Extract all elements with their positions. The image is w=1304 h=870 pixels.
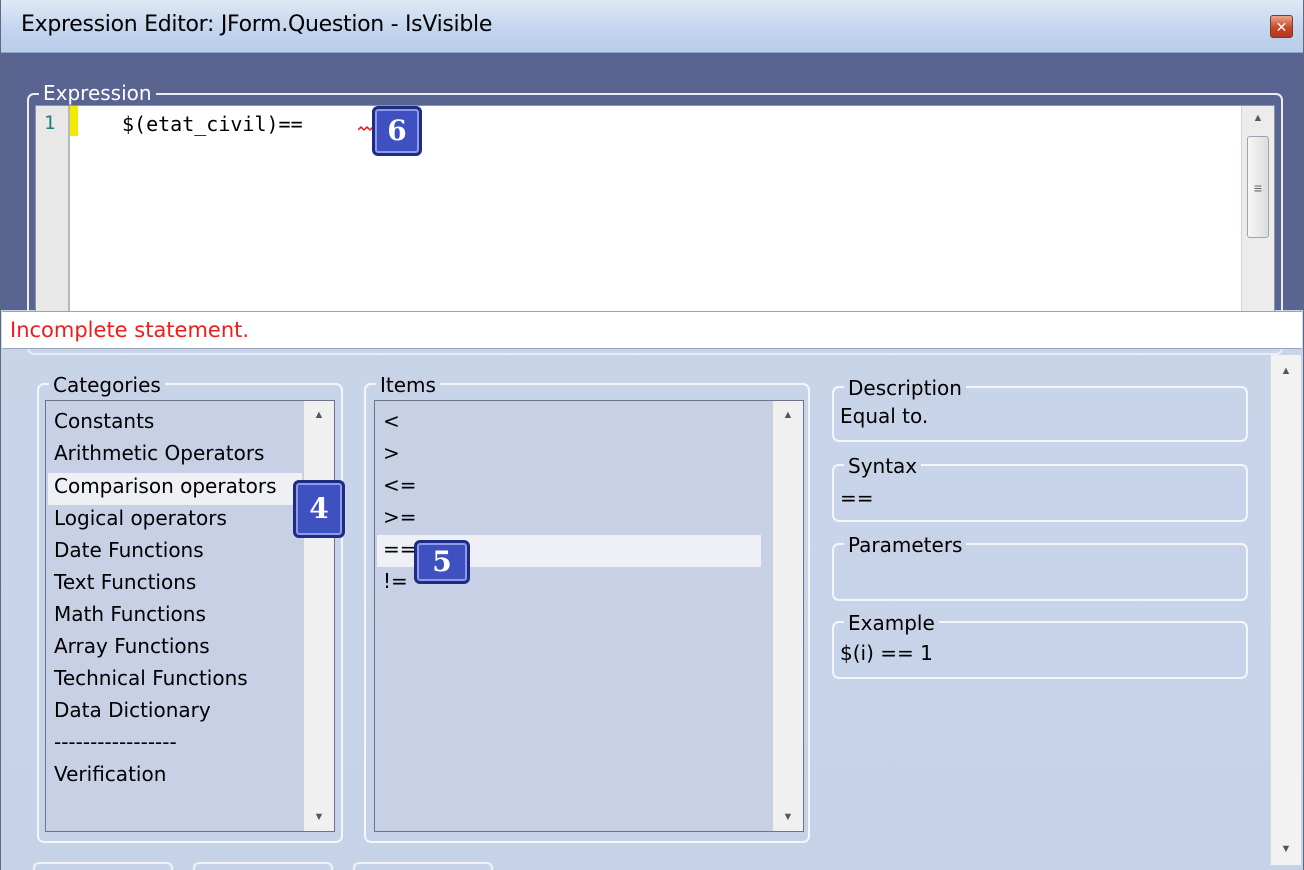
- parameters-label: Parameters: [844, 533, 967, 557]
- scroll-up-arrow-icon[interactable]: ▲: [304, 409, 334, 421]
- title-bar[interactable]: Expression Editor: JForm.Question - IsVi…: [1, 0, 1303, 53]
- categories-scrollbar[interactable]: ▲ ▼: [303, 401, 334, 831]
- example-label: Example: [844, 611, 939, 635]
- category-technical-functions[interactable]: Technical Functions: [54, 666, 248, 690]
- status-bar: Incomplete statement.: [2, 311, 1302, 349]
- items-group: Items < > <= >= == != ▲ ▼: [364, 373, 810, 843]
- line-number: 1: [44, 112, 56, 134]
- item-less-than[interactable]: <: [383, 409, 400, 433]
- items-scrollbar[interactable]: ▲ ▼: [772, 401, 803, 831]
- syntax-value: ==: [840, 486, 874, 510]
- expression-panel: Expression 1 $(etat_civil)== 6 ▲ ≡ ▼: [1, 53, 1303, 355]
- description-value: Equal to.: [840, 404, 929, 428]
- syntax-group: Syntax ==: [832, 454, 1248, 522]
- bottom-button-3[interactable]: [353, 862, 493, 870]
- scroll-up-arrow-icon[interactable]: ▲: [1242, 112, 1274, 124]
- expression-group-label: Expression: [39, 81, 156, 105]
- status-message: Incomplete statement.: [10, 318, 250, 342]
- line-change-marker: [70, 106, 78, 136]
- category-arithmetic-operators[interactable]: Arithmetic Operators: [54, 441, 264, 465]
- callout-badge-4: 4: [293, 480, 345, 538]
- category-data-dictionary[interactable]: Data Dictionary: [54, 698, 211, 722]
- close-button[interactable]: ✕: [1270, 15, 1293, 38]
- parameters-group: Parameters: [832, 533, 1248, 601]
- scroll-down-arrow-icon[interactable]: ▼: [1271, 843, 1301, 855]
- callout-badge-6-number: 6: [387, 114, 407, 147]
- scroll-down-arrow-icon[interactable]: ▼: [304, 811, 334, 823]
- category-array-functions[interactable]: Array Functions: [54, 634, 210, 658]
- callout-badge-4-number: 4: [309, 492, 329, 525]
- item-greater-or-equal[interactable]: >=: [383, 505, 417, 529]
- description-label: Description: [844, 376, 966, 400]
- items-group-label: Items: [376, 373, 440, 397]
- category-logical-operators[interactable]: Logical operators: [54, 506, 227, 530]
- scroll-down-arrow-icon[interactable]: ▼: [773, 811, 803, 823]
- item-not-equal[interactable]: !=: [383, 569, 408, 593]
- scroll-up-arrow-icon[interactable]: ▲: [1271, 365, 1301, 377]
- expression-code[interactable]: $(etat_civil)==: [122, 112, 303, 136]
- description-group: Description Equal to.: [832, 376, 1248, 442]
- callout-badge-5-number: 5: [432, 545, 452, 578]
- bottom-button-2[interactable]: [193, 862, 333, 870]
- scroll-up-arrow-icon[interactable]: ▲: [773, 409, 803, 421]
- scroll-thumb[interactable]: ≡: [1247, 136, 1269, 238]
- category-comparison-operators[interactable]: Comparison operators: [54, 474, 277, 498]
- item-greater-than[interactable]: >: [383, 441, 400, 465]
- callout-badge-6: 6: [372, 106, 422, 156]
- example-value: $(i) == 1: [840, 641, 933, 665]
- category-text-functions[interactable]: Text Functions: [54, 570, 196, 594]
- window-title: Expression Editor: JForm.Question - IsVi…: [21, 12, 493, 37]
- categories-group-label: Categories: [49, 373, 165, 397]
- categories-group: Categories Constants Arithmetic Operator…: [37, 373, 343, 843]
- category-math-functions[interactable]: Math Functions: [54, 602, 206, 626]
- items-list[interactable]: < > <= >= == != ▲ ▼: [374, 400, 804, 832]
- syntax-label: Syntax: [844, 454, 922, 478]
- example-group: Example $(i) == 1: [832, 611, 1248, 679]
- panel-vertical-scrollbar[interactable]: ▲ ▼: [1270, 355, 1301, 865]
- item-equal[interactable]: ==: [383, 537, 417, 561]
- bottom-button-1[interactable]: [33, 862, 173, 870]
- close-icon: ✕: [1275, 19, 1288, 35]
- expression-editor-window: Expression Editor: JForm.Question - IsVi…: [0, 0, 1304, 870]
- category-separator: -----------------: [54, 730, 177, 754]
- categories-list[interactable]: Constants Arithmetic Operators Compariso…: [45, 400, 335, 832]
- callout-badge-5: 5: [414, 540, 470, 584]
- category-constants[interactable]: Constants: [54, 409, 154, 433]
- category-date-functions[interactable]: Date Functions: [54, 538, 204, 562]
- item-less-or-equal[interactable]: <=: [383, 473, 417, 497]
- category-verification[interactable]: Verification: [54, 762, 166, 786]
